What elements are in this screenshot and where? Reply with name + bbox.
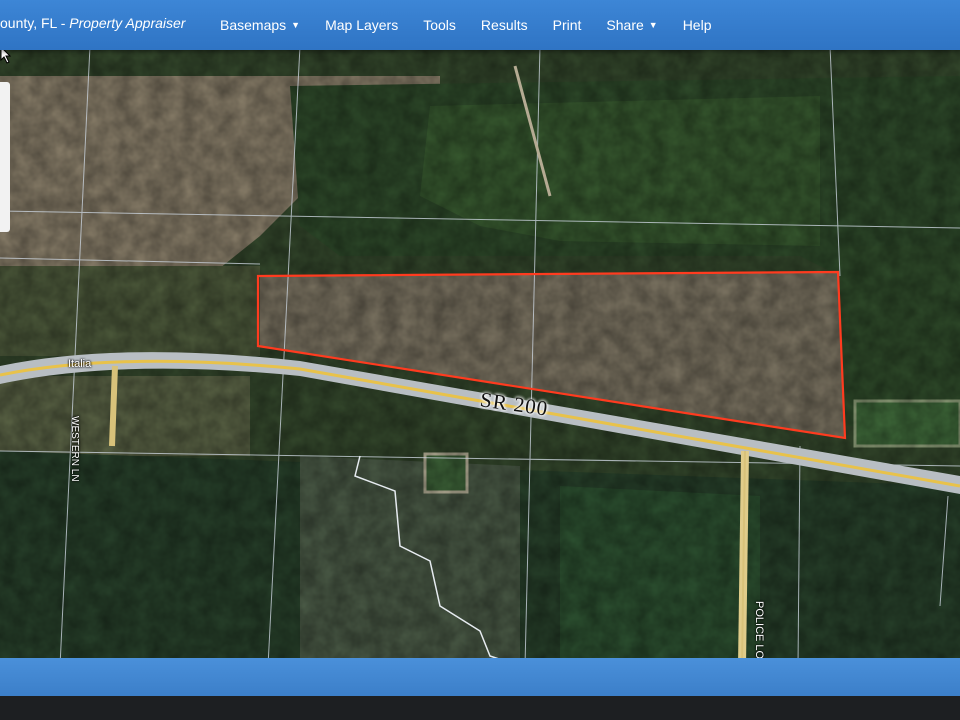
map-imagery xyxy=(0,46,960,666)
aerial-map[interactable]: SR 200 Italia WESTERN LN POLICE LODGE xyxy=(0,46,960,666)
bottom-bar xyxy=(0,658,960,698)
menu-print-label: Print xyxy=(552,17,582,33)
side-panel-toggle[interactable] xyxy=(0,82,10,232)
road-label-italia: Italia xyxy=(68,358,92,370)
menu-map-layers[interactable]: Map Layers xyxy=(325,17,398,33)
menu-share-label: Share xyxy=(606,17,644,33)
menu-basemaps-label: Basemaps xyxy=(220,17,287,33)
main-menu: Basemaps ▼ Map Layers Tools Results Print… xyxy=(220,0,736,50)
menu-map-layers-label: Map Layers xyxy=(325,17,399,33)
menu-print[interactable]: Print xyxy=(553,17,582,33)
menu-help[interactable]: Help xyxy=(683,17,712,33)
menu-help-label: Help xyxy=(682,17,712,33)
road-label-western: WESTERN LN xyxy=(69,416,80,482)
app-title-main: Property Appraiser xyxy=(69,15,186,31)
menu-share[interactable]: Share ▼ xyxy=(606,17,657,33)
road-label-police-lodge: POLICE LODGE xyxy=(753,601,765,666)
menu-results-label: Results xyxy=(480,17,528,33)
menu-results[interactable]: Results xyxy=(481,17,528,33)
monitor-bezel xyxy=(0,696,960,720)
top-navigation-bar: ounty, FL - Property Appraiser Basemaps ▼… xyxy=(0,0,960,50)
menu-tools[interactable]: Tools xyxy=(423,17,456,33)
menu-basemaps[interactable]: Basemaps ▼ xyxy=(220,17,300,33)
menu-tools-label: Tools xyxy=(423,17,456,33)
app-title-prefix: ounty, FL - xyxy=(0,15,70,31)
chevron-down-icon: ▼ xyxy=(648,20,658,30)
app-title: ounty, FL - Property Appraiser xyxy=(0,15,185,31)
chevron-down-icon: ▼ xyxy=(291,20,301,30)
